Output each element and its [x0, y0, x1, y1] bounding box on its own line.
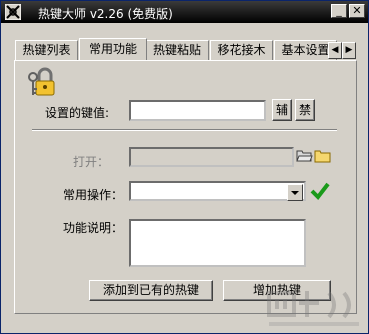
open-folder-icon[interactable] — [296, 148, 313, 163]
common-operation-label: 常用操作： — [63, 188, 124, 202]
add-to-existing-button[interactable]: 添加到已有的热键 — [89, 280, 213, 301]
title-bar[interactable]: 热键大师 v2.26 (免费版) _ ✕ — [1, 1, 368, 23]
tab-graft[interactable]: 移花接木 — [210, 40, 273, 60]
watermark-logo — [267, 291, 359, 326]
forbid-button[interactable]: 禁 — [295, 99, 315, 121]
key-value-input[interactable] — [129, 100, 266, 121]
tab-scroll-left-button[interactable]: ◀ — [328, 42, 342, 59]
description-label: 功能说明： — [63, 221, 124, 235]
chevron-down-icon[interactable] — [287, 184, 303, 201]
window-title: 热键大师 v2.26 (免费版) — [38, 7, 173, 21]
main-window: 热键大师 v2.26 (免费版) _ ✕ 热键列表 常用功能 热键粘贴 移花接木… — [0, 0, 369, 334]
check-icon[interactable] — [309, 180, 331, 202]
assist-button[interactable]: 辅 — [272, 99, 292, 121]
minimize-button[interactable]: _ — [331, 4, 347, 18]
tab-hotkey-paste[interactable]: 热键粘贴 — [145, 40, 209, 60]
description-textarea[interactable] — [129, 219, 306, 267]
tab-scroll-right-button[interactable]: ▶ — [342, 42, 356, 59]
key-value-label: 设置的键值: — [45, 106, 110, 120]
separator — [32, 129, 337, 131]
close-button[interactable]: ✕ — [349, 4, 365, 18]
folder-icon[interactable] — [314, 148, 331, 163]
common-operation-select[interactable] — [129, 181, 306, 201]
open-path-input[interactable] — [129, 147, 294, 167]
tab-hotkey-list[interactable]: 热键列表 — [15, 40, 78, 60]
tab-common-functions[interactable]: 常用功能 — [79, 38, 147, 60]
app-icon — [5, 4, 21, 20]
open-label: 打开： — [73, 155, 110, 169]
lock-keys-icon — [28, 67, 55, 96]
